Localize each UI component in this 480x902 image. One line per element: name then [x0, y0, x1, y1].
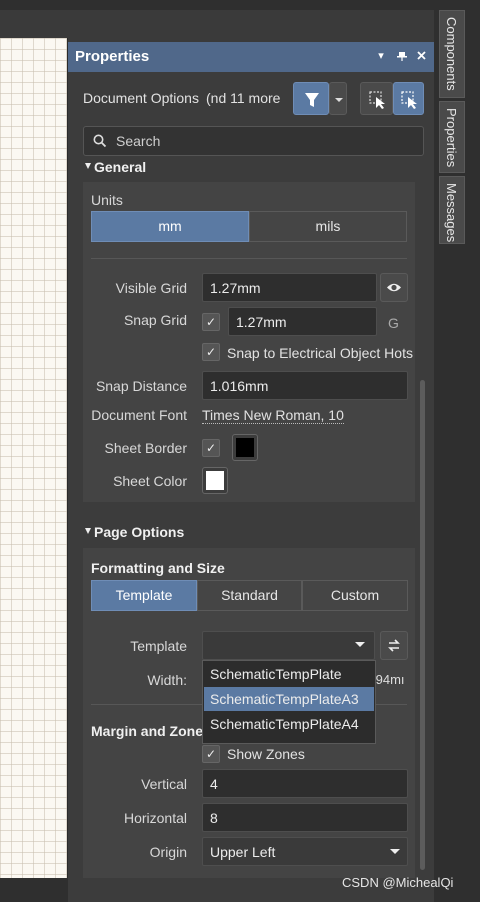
template-option[interactable]: SchematicTempPlate — [204, 662, 374, 686]
template-label: Template — [130, 638, 187, 654]
panel-title: Properties — [75, 48, 150, 65]
tab-properties-label: Properties — [444, 108, 459, 168]
general-section-header[interactable]: General — [94, 159, 146, 175]
snap-electrical-checkbox[interactable]: ✓ — [202, 343, 220, 361]
eye-icon — [387, 283, 401, 292]
select-mode-button[interactable] — [393, 82, 424, 115]
search-icon — [93, 134, 107, 148]
cursor-select-icon — [401, 91, 417, 109]
tab-messages[interactable]: Messages — [439, 176, 465, 244]
refresh-template-button[interactable] — [380, 631, 408, 660]
units-label: Units — [91, 192, 123, 208]
watermark: CSDN @MichealQi — [342, 875, 454, 890]
sheet-color-swatch[interactable] — [202, 467, 228, 494]
width-value: .94mı — [372, 672, 405, 687]
mode-standard-button[interactable]: Standard — [197, 580, 302, 611]
show-zones-label: Show Zones — [227, 746, 305, 762]
panel-menu-button[interactable]: ▾ — [374, 47, 388, 65]
select-objects-icon — [369, 91, 385, 109]
select-objects-button[interactable] — [360, 82, 393, 115]
collapse-triangle-icon[interactable] — [84, 162, 92, 170]
close-icon — [416, 51, 426, 60]
filter-dropdown-button[interactable] — [329, 82, 347, 115]
snap-grid-label: Snap Grid — [123, 312, 187, 328]
snap-grid-checkbox[interactable]: ✓ — [202, 313, 220, 331]
mode-custom-button[interactable]: Custom — [302, 580, 408, 611]
chevron-down-icon — [390, 849, 400, 854]
snap-grid-value: 1.27mm — [236, 314, 287, 330]
show-zones-checkbox[interactable]: ✓ — [202, 745, 220, 763]
selection-count-label: nd 11 more) — [206, 90, 281, 106]
margin-zone-header: Margin and Zone — [91, 723, 203, 739]
tab-messages-label: Messages — [444, 183, 459, 243]
tab-components[interactable]: Components — [439, 10, 465, 98]
template-option-highlighted[interactable]: SchematicTempPlateA3 — [204, 687, 374, 711]
units-mils-button[interactable]: mils — [249, 211, 407, 242]
visible-grid-label: Visible Grid — [115, 280, 187, 296]
divider — [91, 258, 407, 259]
pin-icon — [397, 52, 407, 61]
origin-label: Origin — [149, 844, 187, 860]
top-strip — [0, 0, 480, 10]
horizontal-input[interactable] — [202, 803, 408, 832]
document-font-label: Document Font — [91, 407, 187, 423]
snap-distance-value: 1.016mm — [210, 378, 269, 394]
units-mm-button[interactable]: mm — [91, 211, 249, 242]
filter-icon — [305, 93, 319, 107]
template-option[interactable]: SchematicTempPlateA4 — [204, 712, 374, 736]
visible-grid-value: 1.27mm — [210, 280, 261, 296]
formatting-size-header: Formatting and Size — [91, 560, 225, 576]
border-color-fill — [236, 438, 254, 457]
snap-distance-label: Snap Distance — [95, 378, 187, 394]
grid-visibility-button[interactable] — [380, 273, 408, 302]
panel-scrollbar[interactable] — [420, 380, 425, 870]
schematic-canvas[interactable] — [0, 38, 68, 878]
sheet-border-checkbox[interactable]: ✓ — [202, 439, 220, 457]
document-font-link[interactable]: Times New Roman, 10 — [202, 407, 344, 424]
collapse-triangle-icon[interactable] — [84, 527, 92, 535]
origin-value: Upper Left — [210, 844, 276, 860]
refresh-icon — [388, 639, 400, 652]
horizontal-value: 8 — [210, 810, 218, 826]
filter-button[interactable] — [293, 82, 329, 115]
page-options-section-header[interactable]: Page Options — [94, 524, 184, 540]
sheet-border-label: Sheet Border — [104, 440, 188, 456]
snap-grid-shortcut: G — [388, 315, 399, 331]
snap-electrical-label: Snap to Electrical Object Hots — [227, 345, 413, 361]
pin-button[interactable] — [395, 47, 409, 65]
vertical-label: Vertical — [141, 776, 187, 792]
tab-properties[interactable]: Properties — [439, 101, 465, 173]
vertical-value: 4 — [210, 776, 218, 792]
width-label: Width: — [147, 672, 187, 688]
canvas-status-strip — [0, 878, 68, 902]
horizontal-label: Horizontal — [123, 810, 187, 826]
sheet-color-fill — [206, 471, 224, 490]
mode-template-button[interactable]: Template — [91, 580, 197, 611]
search-placeholder: Search — [116, 133, 161, 149]
sheet-border-color-swatch[interactable] — [232, 434, 258, 461]
chevron-down-icon — [335, 98, 343, 102]
template-select[interactable] — [202, 631, 375, 660]
tab-components-label: Components — [444, 17, 459, 91]
chevron-down-icon — [355, 642, 365, 647]
sheet-color-label: Sheet Color — [113, 473, 187, 489]
vertical-input[interactable] — [202, 769, 408, 798]
document-options-label: Document Options — [83, 90, 199, 106]
close-button[interactable] — [414, 47, 428, 65]
